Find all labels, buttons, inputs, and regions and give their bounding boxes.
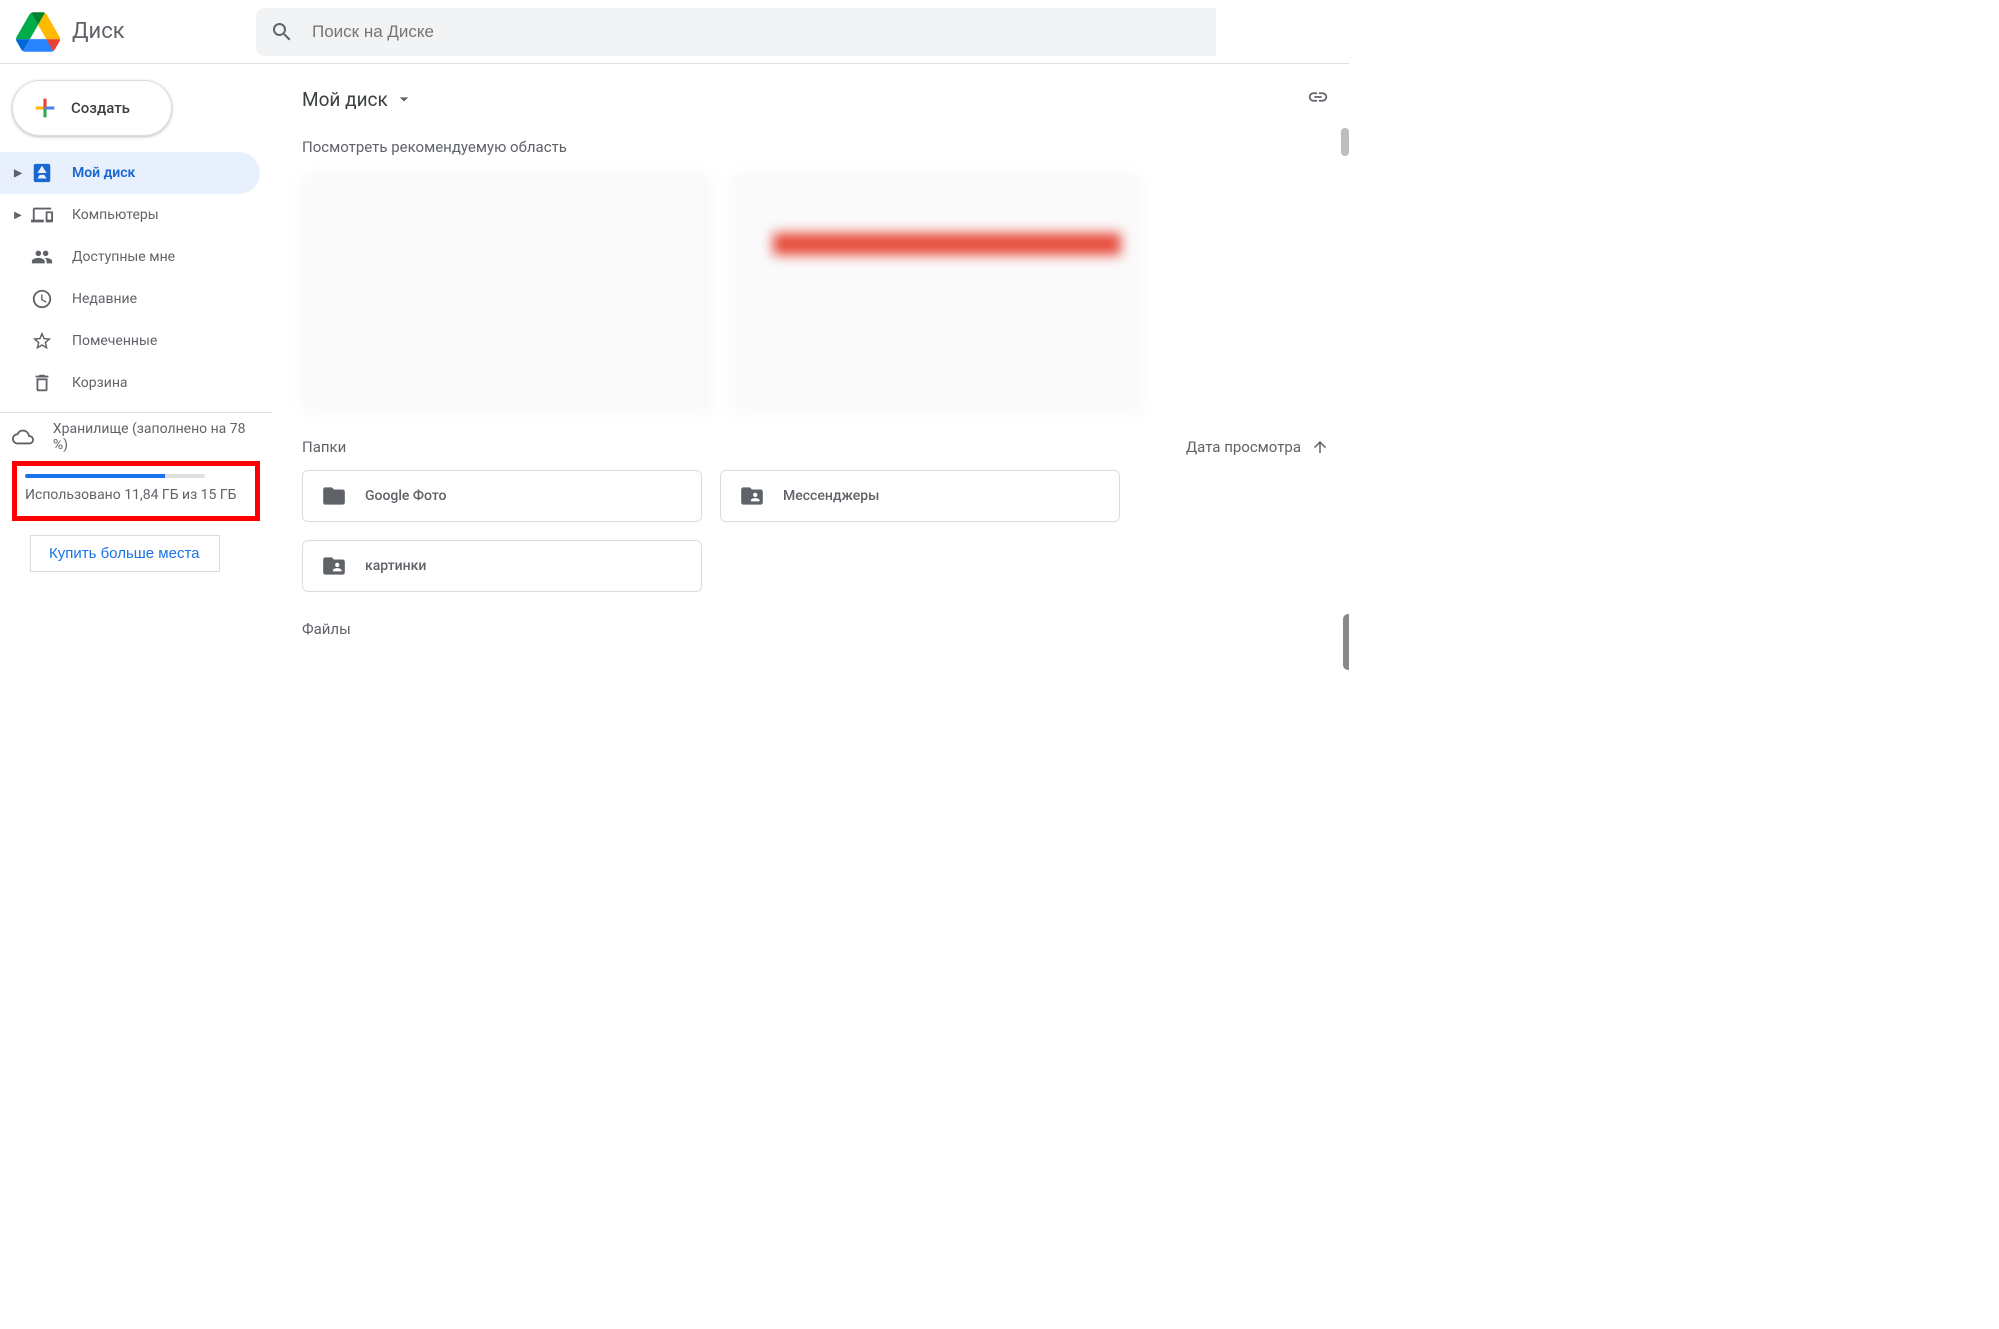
nav-label: Доступные мне — [72, 249, 248, 265]
suggested-card[interactable] — [732, 174, 1142, 414]
nav-item-recent[interactable]: Недавние — [0, 278, 260, 320]
sort-label: Дата просмотра — [1186, 438, 1301, 456]
star-icon — [30, 329, 54, 353]
cloud-icon — [12, 426, 35, 448]
search-bar[interactable] — [256, 8, 1216, 56]
chevron-right-icon: ▶ — [12, 168, 24, 179]
trash-icon — [30, 371, 54, 395]
main-header: Мой диск — [302, 78, 1329, 120]
folders-header: Папки Дата просмотра — [302, 438, 1329, 456]
files-title: Файлы — [302, 620, 1329, 638]
suggested-row — [302, 174, 1329, 414]
scroll-indicator[interactable] — [1341, 128, 1349, 156]
search-input[interactable] — [312, 22, 1202, 42]
folder-name: картинки — [365, 558, 426, 574]
devices-icon — [30, 203, 54, 227]
nav-label: Компьютеры — [72, 207, 248, 223]
app-name: Диск — [72, 19, 125, 44]
link-icon — [1307, 86, 1329, 108]
dropdown-icon — [394, 89, 414, 109]
storage-highlight: Использовано 11,84 ГБ из 15 ГБ — [12, 461, 260, 521]
nav-label: Недавние — [72, 291, 248, 307]
storage-progress-fill — [25, 474, 165, 478]
recent-icon — [30, 287, 54, 311]
folder-card[interactable]: картинки — [302, 540, 702, 592]
nav-item-shared[interactable]: Доступные мне — [0, 236, 260, 278]
buy-storage-button[interactable]: Купить больше места — [30, 535, 220, 573]
shared-folder-icon — [739, 483, 765, 509]
folder-icon — [321, 483, 347, 509]
nav-label: Помеченные — [72, 333, 248, 349]
get-link-button[interactable] — [1307, 86, 1329, 112]
plus-icon — [31, 94, 59, 122]
logo-area[interactable]: Диск — [16, 10, 256, 54]
folder-card[interactable]: Google Фото — [302, 470, 702, 522]
breadcrumb[interactable]: Мой диск — [302, 88, 414, 111]
storage-title: Хранилище (заполнено на 78 %) — [53, 421, 254, 453]
folder-grid: Google Фото Мессенджеры картинки — [302, 470, 1329, 592]
breadcrumb-label: Мой диск — [302, 88, 388, 111]
search-icon — [270, 20, 294, 44]
folder-name: Мессенджеры — [783, 488, 879, 504]
folder-name: Google Фото — [365, 488, 446, 504]
app-header: Диск — [0, 0, 1349, 64]
folder-card[interactable]: Мессенджеры — [720, 470, 1120, 522]
nav-item-storage[interactable]: Хранилище (заполнено на 78 %) — [12, 421, 254, 453]
storage-used-text: Использовано 11,84 ГБ из 15 ГБ — [25, 486, 243, 506]
suggested-card[interactable] — [302, 174, 712, 414]
storage-section: Хранилище (заполнено на 78 %) Использова… — [0, 421, 272, 572]
nav-label: Корзина — [72, 375, 248, 391]
create-button[interactable]: Создать — [12, 80, 172, 136]
nav-item-trash[interactable]: Корзина — [0, 362, 260, 404]
create-button-label: Создать — [71, 99, 130, 117]
sidebar: Создать ▶ Мой диск ▶ Компьютеры Доступны… — [0, 64, 272, 897]
nav-item-my-drive[interactable]: ▶ Мой диск — [0, 152, 260, 194]
nav-item-computers[interactable]: ▶ Компьютеры — [0, 194, 260, 236]
main-content: Мой диск Посмотреть рекомендуемую област… — [272, 64, 1349, 897]
shared-icon — [30, 245, 54, 269]
storage-progress-bar — [25, 474, 205, 478]
chevron-right-icon: ▶ — [12, 210, 24, 221]
folders-title: Папки — [302, 438, 346, 456]
scroll-thumb[interactable] — [1343, 614, 1349, 670]
nav-label: Мой диск — [72, 165, 248, 181]
nav-item-starred[interactable]: Помеченные — [0, 320, 260, 362]
drive-icon — [30, 161, 54, 185]
shared-folder-icon — [321, 553, 347, 579]
arrow-up-icon — [1311, 438, 1329, 456]
sort-control[interactable]: Дата просмотра — [1186, 438, 1329, 456]
suggested-title: Посмотреть рекомендуемую область — [302, 138, 1329, 156]
divider — [0, 412, 272, 413]
drive-logo-icon — [16, 10, 60, 54]
